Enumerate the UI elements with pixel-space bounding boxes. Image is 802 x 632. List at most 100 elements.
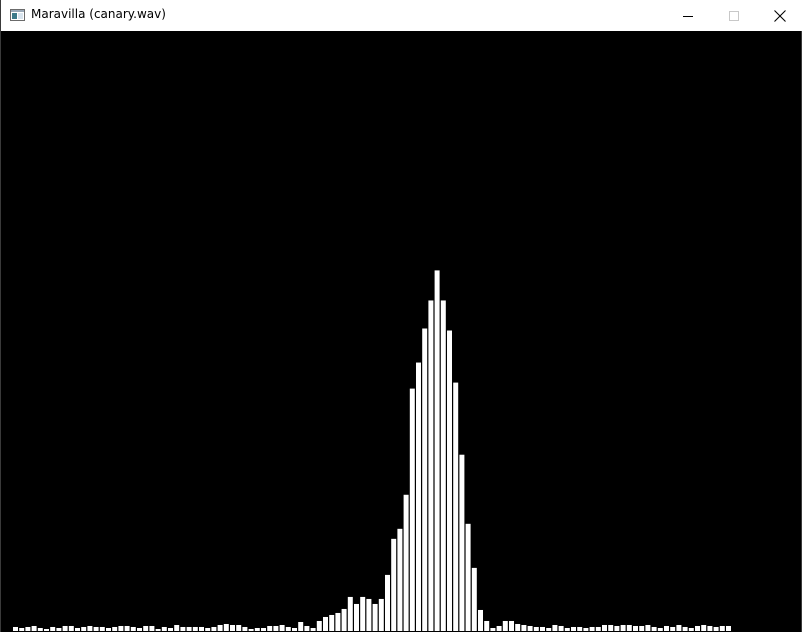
spectrum-bar	[37, 628, 43, 631]
spectrum-bar	[44, 629, 49, 631]
spectrum-bar	[428, 300, 434, 631]
spectrum-bar	[279, 624, 285, 631]
window-title: Maravilla (canary.wav)	[31, 7, 166, 21]
spectrum-bar	[161, 626, 167, 631]
spectrum-bar	[552, 624, 558, 631]
spectrum-bar	[713, 626, 719, 631]
spectrum-bar	[701, 624, 707, 631]
spectrum-bar	[25, 626, 31, 631]
spectrum-bar	[31, 625, 37, 631]
spectrum-bar	[143, 625, 149, 631]
spectrum-view	[1, 31, 801, 632]
spectrum-bar	[502, 620, 508, 631]
title-bar[interactable]: Maravilla (canary.wav)	[1, 0, 802, 31]
spectrum-bar	[335, 612, 341, 631]
spectrum-bar	[68, 625, 74, 631]
spectrum-bar	[664, 625, 669, 631]
spectrum-bar	[316, 620, 322, 631]
spectrum-bar	[447, 330, 452, 631]
spectrum-bar	[341, 608, 347, 631]
spectrum-bar	[56, 628, 62, 631]
spectrum-bar	[248, 629, 254, 631]
spectrum-bar	[298, 621, 304, 631]
spectrum-bar	[205, 628, 211, 631]
spectrum-bar	[688, 628, 694, 631]
spectrum-bar	[62, 625, 68, 631]
spectrum-bar	[682, 626, 688, 631]
spectrum-bar	[137, 628, 142, 631]
spectrum-bar	[465, 523, 471, 631]
spectrum-bar	[292, 628, 297, 631]
spectrum-bar	[310, 628, 316, 631]
spectrum-bar	[130, 626, 136, 631]
spectrum-bar	[496, 625, 502, 631]
spectrum-bar	[546, 628, 552, 631]
spectrum-bar	[347, 596, 353, 631]
spectrum-bar	[180, 626, 186, 631]
spectrum-bar	[87, 625, 93, 631]
spectrum-bar	[354, 603, 359, 631]
spectrum-bar	[192, 626, 198, 631]
spectrum-bar	[242, 626, 248, 631]
spectrum-bar	[199, 626, 204, 631]
spectrum-bar	[149, 625, 155, 631]
spectrum-bar	[99, 626, 105, 631]
spectrum-bar	[608, 624, 614, 631]
spectrum-bar	[267, 625, 273, 631]
spectrum-bar	[273, 625, 279, 631]
spectrum-bar	[540, 626, 545, 631]
spectrum-bar	[50, 626, 56, 631]
spectrum-bar	[521, 624, 527, 631]
maximize-button[interactable]	[711, 0, 757, 31]
spectrum-bar	[583, 628, 589, 631]
spectrum-bar	[112, 626, 118, 631]
spectrum-bar	[564, 628, 570, 631]
spectrum-bar	[124, 625, 130, 631]
spectrum-bar	[726, 625, 731, 631]
close-icon	[774, 9, 786, 22]
spectrum-bar	[657, 628, 663, 631]
spectrum-bar	[509, 620, 514, 631]
spectrum-bar	[695, 625, 700, 631]
spectrum-bar	[651, 626, 657, 631]
spectrum-bar	[106, 628, 111, 631]
spectrum-bar	[626, 624, 632, 631]
spectrum-bar	[422, 328, 428, 631]
app-window: Maravilla (canary.wav)	[0, 0, 802, 632]
spectrum-bar	[174, 624, 180, 631]
close-button[interactable]	[757, 0, 802, 31]
spectrum-bar	[211, 626, 217, 631]
spectrum-bar	[304, 625, 310, 631]
spectrum-bar	[236, 624, 242, 631]
spectrum-bar	[323, 616, 328, 631]
spectrum-bar	[186, 626, 192, 631]
spectrum-bar	[403, 494, 409, 631]
spectrum-bar	[285, 626, 291, 631]
spectrum-bar	[484, 620, 490, 631]
spectrum-chart	[13, 270, 731, 632]
spectrum-bar	[719, 625, 725, 631]
spectrum-bar	[223, 623, 229, 631]
minimize-icon	[683, 15, 693, 17]
spectrum-bar	[614, 625, 620, 631]
spectrum-bar	[385, 574, 390, 631]
spectrum-bar	[409, 388, 415, 631]
spectrum-bar	[81, 626, 87, 631]
spectrum-bar	[440, 300, 446, 631]
spectrum-bar	[595, 626, 601, 631]
spectrum-bar	[360, 596, 366, 631]
spectrum-bar	[372, 603, 378, 631]
spectrum-bar	[639, 625, 645, 631]
spectrum-bar	[434, 270, 440, 631]
spectrum-bar	[515, 623, 521, 631]
spectrum-bar	[118, 625, 124, 631]
spectrum-bar	[453, 382, 459, 631]
spectrum-bar	[577, 626, 583, 631]
spectrum-bar	[602, 624, 607, 631]
spectrum-bar	[416, 362, 421, 631]
spectrum-bar	[478, 609, 483, 632]
minimize-button[interactable]	[665, 0, 711, 31]
spectrum-bar	[19, 628, 25, 631]
spectrum-bar	[527, 625, 533, 631]
spectrum-bar	[93, 626, 99, 631]
